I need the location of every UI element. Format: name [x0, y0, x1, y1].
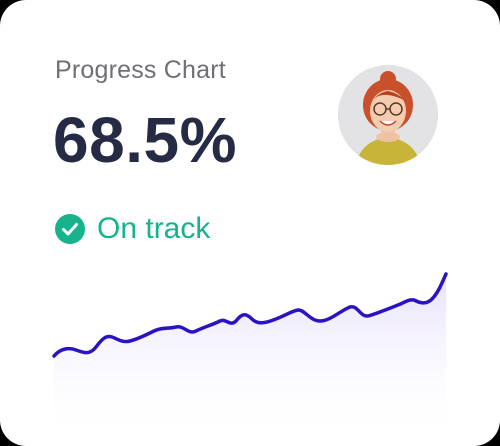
trend-line-chart	[52, 272, 448, 446]
avatar	[338, 65, 438, 165]
progress-value: 68.5%	[53, 104, 237, 176]
trend-area	[54, 274, 446, 446]
status-row: On track	[55, 214, 210, 244]
progress-card: Progress Chart 68.5% On track	[0, 0, 500, 446]
status-label: On track	[97, 212, 211, 245]
user-avatar-icon	[338, 65, 438, 165]
check-circle-icon	[55, 214, 85, 244]
card-title: Progress Chart	[55, 56, 226, 84]
